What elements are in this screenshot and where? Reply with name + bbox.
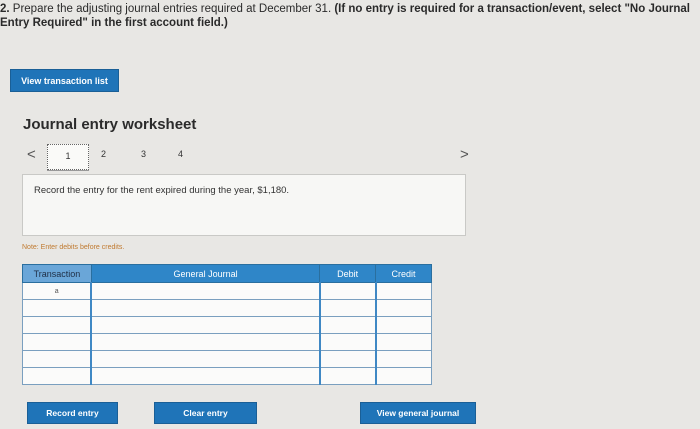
debit-cell[interactable]: [318, 333, 377, 351]
transaction-cell: [22, 367, 92, 385]
transaction-cell: [22, 299, 92, 317]
table-row: a: [22, 282, 432, 300]
debit-cell[interactable]: [318, 299, 377, 317]
account-cell[interactable]: [90, 350, 321, 368]
credit-cell[interactable]: [374, 299, 432, 317]
table-row: [22, 316, 432, 334]
transaction-cell: a: [22, 282, 92, 300]
next-page-icon[interactable]: >: [460, 146, 469, 163]
credit-cell[interactable]: [374, 350, 432, 368]
table-row: [22, 299, 432, 317]
debit-cell[interactable]: [318, 316, 377, 334]
question-number: 2.: [0, 3, 10, 15]
clear-entry-button[interactable]: Clear entry: [154, 402, 257, 424]
question-text: 2. Prepare the adjusting journal entries…: [0, 2, 696, 30]
account-cell[interactable]: [90, 299, 321, 317]
journal-table: Transaction General Journal Debit Credit…: [22, 264, 432, 385]
page-tab-2[interactable]: 2: [101, 149, 106, 159]
view-transaction-list-button[interactable]: View transaction list: [10, 69, 119, 92]
page-tab-4[interactable]: 4: [178, 149, 183, 159]
entry-instruction: Record the entry for the rent expired du…: [34, 185, 290, 196]
header-credit: Credit: [375, 264, 432, 283]
credit-cell[interactable]: [374, 333, 432, 351]
transaction-cell: [22, 350, 92, 368]
account-cell[interactable]: [90, 333, 321, 351]
debit-cell[interactable]: [318, 282, 377, 300]
question-body: Prepare the adjusting journal entries re…: [9, 3, 335, 15]
worksheet-title: Journal entry worksheet: [23, 116, 197, 133]
account-cell[interactable]: [90, 282, 321, 300]
prev-page-icon[interactable]: <: [27, 146, 36, 163]
credit-cell[interactable]: [374, 367, 432, 385]
header-debit: Debit: [319, 264, 377, 283]
note-text: Note: Enter debits before credits.: [22, 244, 125, 251]
table-row: [22, 333, 432, 351]
page-tab-1[interactable]: 1: [47, 144, 89, 170]
transaction-cell: [22, 316, 92, 334]
header-transaction: Transaction: [22, 264, 92, 283]
table-row: [22, 350, 432, 368]
credit-cell[interactable]: [374, 282, 432, 300]
debit-cell[interactable]: [318, 367, 377, 385]
header-general-journal: General Journal: [90, 264, 321, 283]
entry-description-box: Record the entry for the rent expired du…: [22, 174, 466, 236]
account-cell[interactable]: [90, 367, 321, 385]
view-general-journal-button[interactable]: View general journal: [360, 402, 476, 424]
table-row: [22, 367, 432, 385]
debit-cell[interactable]: [318, 350, 377, 368]
transaction-cell: [22, 333, 92, 351]
account-cell[interactable]: [90, 316, 321, 334]
page-tab-3[interactable]: 3: [141, 149, 146, 159]
credit-cell[interactable]: [374, 316, 432, 334]
record-entry-button[interactable]: Record entry: [27, 402, 118, 424]
